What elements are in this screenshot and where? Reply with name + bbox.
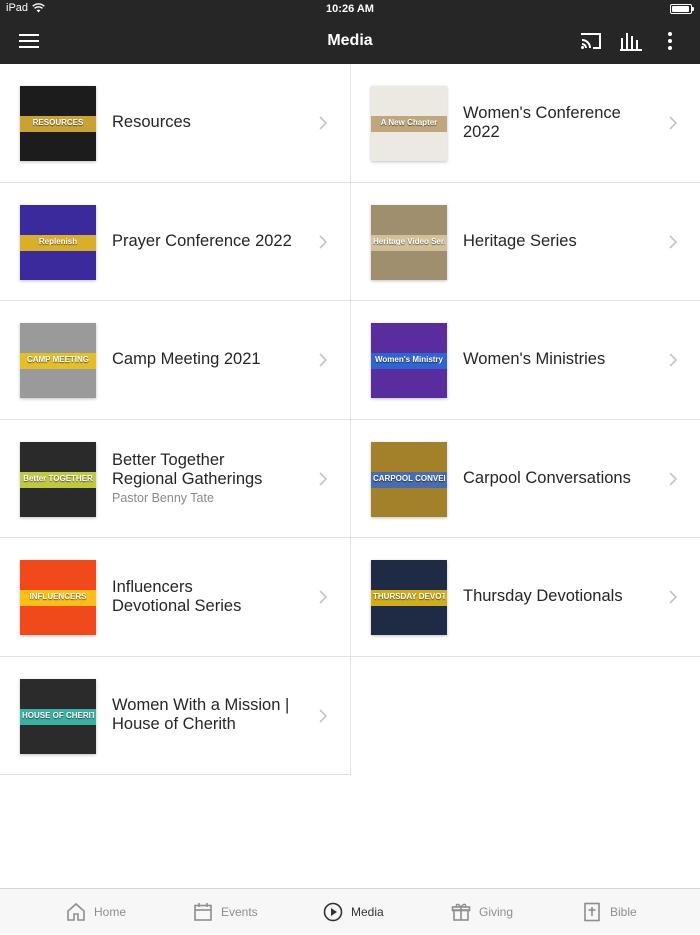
media-item-text: Heritage Series [463, 183, 658, 301]
tab-bible[interactable]: Bible [582, 889, 637, 935]
media-item-title: Carpool Conversations [463, 468, 631, 487]
chevron-right-icon [319, 471, 328, 486]
chevron-right-icon [669, 471, 678, 486]
media-item[interactable]: CAMP MEETING Camp Meeting 2021 [0, 301, 350, 420]
thumbnail-label: RESOURCES [32, 118, 84, 127]
tab-bar: Home Events Media Giving Bible [0, 888, 700, 934]
tab-giving-label: Giving [479, 905, 514, 919]
media-thumbnail: RESOURCES [20, 86, 96, 161]
thumbnail-label: INFLUENCERS [29, 592, 87, 601]
thumbnail-label: CAMP MEETING [26, 355, 90, 364]
media-thumbnail: A New Chapter [371, 86, 447, 161]
media-item-text: Camp Meeting 2021 [112, 301, 308, 419]
tab-media[interactable]: Media [323, 889, 384, 935]
bible-icon [584, 902, 600, 922]
media-thumbnail: HOUSE OF CHERITH [20, 678, 96, 754]
media-item-text: Thursday Devotionals [463, 538, 658, 656]
media-item-text: Women's Ministries [463, 301, 658, 419]
media-item[interactable]: RESOURCES Resources [0, 64, 350, 183]
media-item-text: Prayer Conference 2022 [112, 183, 308, 301]
media-item-text: Women With a Mission | House of Cherith [112, 657, 308, 775]
media-item[interactable]: CARPOOL CONVERSATIONS Carpool Conversatio… [351, 420, 700, 538]
media-column-right: A New Chapter Women's Conference 2022 Heri… [351, 64, 700, 657]
media-item-title: Resources [112, 113, 191, 132]
media-item-title: Women's Conference 2022 [463, 103, 621, 141]
media-thumbnail: CAMP MEETING [20, 323, 96, 398]
battery-icon [670, 4, 694, 14]
play-icon [323, 902, 343, 922]
media-item[interactable]: INFLUENCERS Influencers Devotional Series [0, 538, 350, 657]
media-item[interactable]: HOUSE OF CHERITH Women With a Mission | H… [0, 657, 350, 775]
tab-media-label: Media [351, 905, 384, 919]
media-thumbnail: Better TOGETHER [20, 441, 96, 517]
tab-events-label: Events [221, 905, 258, 919]
chevron-right-icon [669, 590, 678, 604]
media-item-title: Better Together Regional Gatherings [112, 451, 263, 489]
media-item-text: Women's Conference 2022 [463, 64, 658, 182]
thumbnail-label: A New Chapter [380, 118, 438, 127]
chevron-right-icon [319, 708, 328, 723]
media-item-title: Thursday Devotionals [463, 587, 623, 606]
tab-home[interactable]: Home [66, 889, 126, 935]
thumbnail-label: Better TOGETHER [23, 473, 93, 483]
audio-bars-icon[interactable] [620, 31, 642, 51]
thumbnail-label: Heritage Video Series [373, 236, 445, 246]
media-item[interactable]: Women's Ministry Women's Ministries [351, 301, 700, 420]
media-item-text: Better Together Regional Gatherings Pasto… [112, 420, 308, 538]
media-item[interactable]: A New Chapter Women's Conference 2022 [351, 64, 700, 183]
media-item-subtitle: Pastor Benny Tate [112, 491, 214, 506]
more-options-icon[interactable] [662, 31, 678, 51]
calendar-icon [194, 903, 212, 921]
chevron-right-icon [319, 353, 328, 367]
chevron-right-icon [669, 353, 678, 367]
media-thumbnail: CARPOOL CONVERSATIONS [371, 441, 447, 517]
media-item[interactable]: Replenish Prayer Conference 2022 [0, 183, 350, 301]
media-item-text: Resources [112, 64, 308, 182]
chevron-right-icon [669, 116, 678, 130]
media-item-title: Camp Meeting 2021 [112, 350, 261, 369]
media-thumbnail: Replenish [20, 204, 96, 280]
media-item-title: Prayer Conference 2022 [112, 231, 292, 250]
media-thumbnail: Women's Ministry [371, 323, 447, 398]
media-column-left: RESOURCES Resources Replenish Prayer Confer… [0, 64, 351, 775]
home-icon [67, 902, 85, 921]
thumbnail-label: Women's Ministry [375, 355, 443, 364]
status-time: 10:26 AM [326, 3, 374, 15]
nav-bar: Media [0, 18, 700, 64]
media-item[interactable]: THURSDAY DEVOTIONAL SERIES Thursday Devot… [351, 538, 700, 657]
media-item[interactable]: Heritage Video Series Heritage Series [351, 183, 700, 301]
media-thumbnail: Heritage Video Series [371, 204, 447, 280]
media-thumbnail: INFLUENCERS [20, 560, 96, 635]
thumbnail-label: Replenish [38, 236, 78, 246]
chevron-right-icon [669, 234, 678, 249]
cast-icon[interactable] [580, 31, 602, 51]
media-item[interactable]: Better TOGETHER Better Together Regional … [0, 420, 350, 538]
thumbnail-label: CARPOOL CONVERSATIONS [373, 473, 445, 483]
status-bar: iPad 10:26 AM [0, 0, 700, 18]
media-thumbnail: THURSDAY DEVOTIONAL SERIES [371, 560, 447, 635]
tab-home-label: Home [94, 905, 127, 919]
chevron-right-icon [319, 234, 328, 249]
tab-bible-label: Bible [610, 905, 637, 919]
tab-events[interactable]: Events [193, 889, 258, 935]
chevron-right-icon [319, 590, 328, 604]
media-item-title: Influencers Devotional Series [112, 577, 242, 615]
media-item-text: Influencers Devotional Series [112, 538, 308, 656]
tab-giving[interactable]: Giving [451, 889, 513, 935]
thumbnail-label: HOUSE OF CHERITH [22, 710, 94, 720]
media-item-title: Heritage Series [463, 231, 577, 250]
media-item-title: Women's Ministries [463, 350, 606, 369]
thumbnail-label: THURSDAY DEVOTIONAL SERIES [373, 592, 445, 601]
gift-icon [451, 903, 471, 921]
media-item-title: Women With a Mission | House of Cherith [112, 696, 290, 734]
media-item-text: Carpool Conversations [463, 420, 658, 538]
chevron-right-icon [319, 116, 328, 130]
